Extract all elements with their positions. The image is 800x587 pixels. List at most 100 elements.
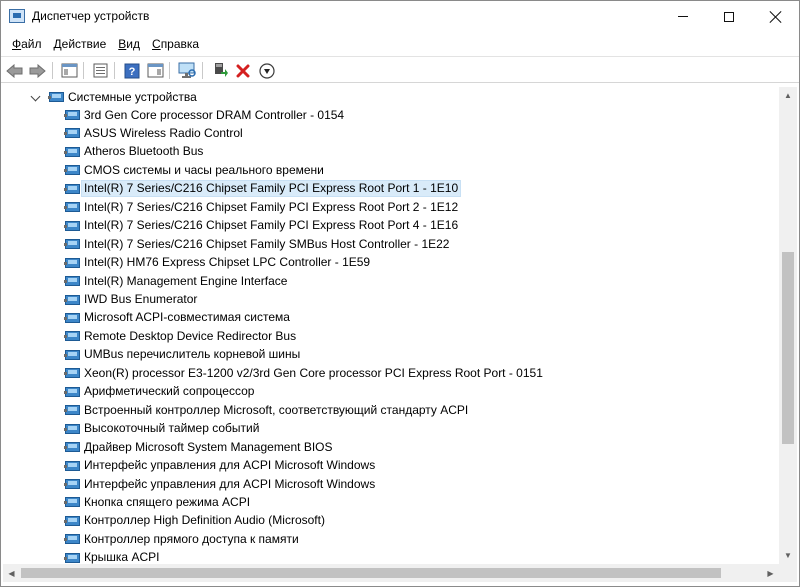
menu-view[interactable]: Вид [112,34,146,54]
tree-device-label: Microsoft ACPI-совместимая система [84,310,290,325]
window-title: Диспетчер устройств [32,9,150,23]
uninstall-device-button[interactable] [233,61,253,80]
tree-group-system-devices[interactable]: Системные устройства [3,88,200,106]
tree-device-label: Контроллер прямого доступа к памяти [84,531,299,546]
tree-device-item[interactable]: Арифметический сопроцессор [3,383,257,401]
tree-device-item[interactable]: Интерфейс управления для ACPI Microsoft … [3,475,378,493]
close-icon [770,11,782,23]
system-device-icon [64,163,81,177]
system-device-icon [64,348,81,362]
tree-device-label: Интерфейс управления для ACPI Microsoft … [84,458,376,473]
svg-text:?: ? [129,66,136,78]
toolbar-separator [202,62,203,79]
toolbar-separator [52,62,53,79]
uninstall-device-icon [236,64,250,77]
close-button[interactable] [753,1,799,32]
tree-device-label: IWD Bus Enumerator [84,292,198,306]
tree-device-label: Драйвер Microsoft System Management BIOS [84,439,333,454]
tree-device-item[interactable]: Intel(R) 7 Series/C216 Chipset Family PC… [3,217,461,235]
vertical-scrollbar[interactable]: ▲ ▼ [779,87,797,564]
tree-device-item[interactable]: Intel(R) 7 Series/C216 Chipset Family SM… [3,235,452,253]
tree-device-item[interactable]: Intel(R) 7 Series/C216 Chipset Family PC… [3,180,462,198]
maximize-button[interactable] [706,1,752,32]
toolbar: ? [1,56,799,83]
back-button[interactable] [5,61,25,80]
tree-device-item[interactable]: Atheros Bluetooth Bus [3,143,206,161]
tree-device-item[interactable]: ASUS Wireless Radio Control [3,124,246,142]
tree-device-item[interactable]: Контроллер прямого доступа к памяти [3,530,302,548]
update-driver-icon [215,63,228,77]
toolbar-separator [114,62,115,79]
help-button[interactable]: ? [122,61,142,80]
tree-device-item[interactable]: 3rd Gen Core processor DRAM Controller -… [3,106,347,124]
menu-help[interactable]: Справка [146,34,205,54]
tree-device-item[interactable]: UMBus перечислитель корневой шины [3,346,303,364]
tree-device-item[interactable]: Драйвер Microsoft System Management BIOS [3,438,336,456]
tree-device-item[interactable]: Контроллер High Definition Audio (Micros… [3,512,328,530]
minimize-button[interactable] [660,1,706,32]
tree-device-label: Intel(R) 7 Series/C216 Chipset Family PC… [84,218,459,233]
tree-device-item[interactable]: Remote Desktop Device Redirector Bus [3,327,299,345]
tree-device-item[interactable]: Intel(R) Management Engine Interface [3,272,290,290]
show-hide-console-tree-button[interactable] [59,61,79,80]
properties-button[interactable] [90,61,110,80]
tree-device-item[interactable]: Крышка ACPI [3,549,162,564]
system-device-icon [64,440,81,454]
menu-bar: Файл Действие Вид Справка [1,34,799,54]
tree-device-item[interactable]: Intel(R) HM76 Express Chipset LPC Contro… [3,254,373,272]
system-device-icon [64,495,81,509]
system-device-icon [64,256,81,270]
tree-device-label: Арифметический сопроцессор [84,384,255,399]
download-icon [259,62,275,79]
device-tree[interactable]: Системные устройства 3rd Gen Core proces… [3,87,779,564]
update-driver-button[interactable] [210,61,230,80]
tree-device-label: ASUS Wireless Radio Control [84,125,243,140]
menu-action[interactable]: Действие [48,34,113,54]
system-device-icon [64,532,81,546]
tree-device-item[interactable]: Высокоточный таймер событий [3,420,262,438]
tree-device-label: Intel(R) Management Engine Interface [84,273,288,288]
horizontal-scrollbar[interactable]: ◀ ▶ [3,564,779,582]
download-button[interactable] [257,61,277,80]
tree-device-item[interactable]: Интерфейс управления для ACPI Microsoft … [3,457,378,475]
tree-device-label: Remote Desktop Device Redirector Bus [84,328,297,343]
tree-device-item[interactable]: Microsoft ACPI-совместимая система [3,309,293,327]
tree-device-item[interactable]: Intel(R) 7 Series/C216 Chipset Family PC… [3,198,461,216]
tree-device-label: Кнопка спящего режима ACPI [84,494,251,509]
tree-device-item[interactable]: CMOS системы и часы реального времени [3,161,327,179]
system-device-icon [64,311,81,325]
scroll-up-arrow-icon[interactable]: ▲ [779,87,797,104]
tree-device-item[interactable]: Кнопка спящего режима ACPI [3,493,253,511]
system-device-icon [64,182,81,196]
system-device-icon [64,237,81,251]
tree-device-label: Встроенный контроллер Microsoft, соответ… [84,402,469,417]
scan-hardware-button[interactable] [177,61,197,80]
system-device-icon [64,459,81,473]
tree-device-item[interactable]: Xeon(R) processor E3-1200 v2/3rd Gen Cor… [3,364,546,382]
scroll-left-arrow-icon[interactable]: ◀ [3,564,20,582]
system-device-icon [64,385,81,399]
system-device-icon [64,329,81,343]
menu-file[interactable]: Файл [6,34,48,54]
system-device-icon [64,422,81,436]
tree-device-item[interactable]: Встроенный контроллер Microsoft, соответ… [3,401,471,419]
tree-device-item[interactable]: IWD Bus Enumerator [3,291,200,309]
horizontal-scroll-thumb[interactable] [21,568,721,578]
scan-hardware-icon [178,62,196,78]
scroll-down-arrow-icon[interactable]: ▼ [779,547,797,564]
system-device-icon [64,551,81,564]
help-icon: ? [124,63,140,78]
scroll-right-arrow-icon[interactable]: ▶ [762,564,779,582]
tree-device-label: Atheros Bluetooth Bus [84,144,204,159]
system-device-icon [64,219,81,233]
action-pane-button[interactable] [145,61,165,80]
forward-button[interactable] [27,61,47,80]
chevron-down-icon[interactable] [32,93,40,101]
title-bar[interactable]: Диспетчер устройств [1,1,799,32]
system-device-icon [64,366,81,380]
tree-group-label: Системные устройства [68,90,197,104]
vertical-scroll-thumb[interactable] [782,252,794,444]
tree-device-label: 3rd Gen Core processor DRAM Controller -… [84,107,345,122]
system-device-icon [64,126,81,140]
back-arrow-icon [6,63,23,78]
